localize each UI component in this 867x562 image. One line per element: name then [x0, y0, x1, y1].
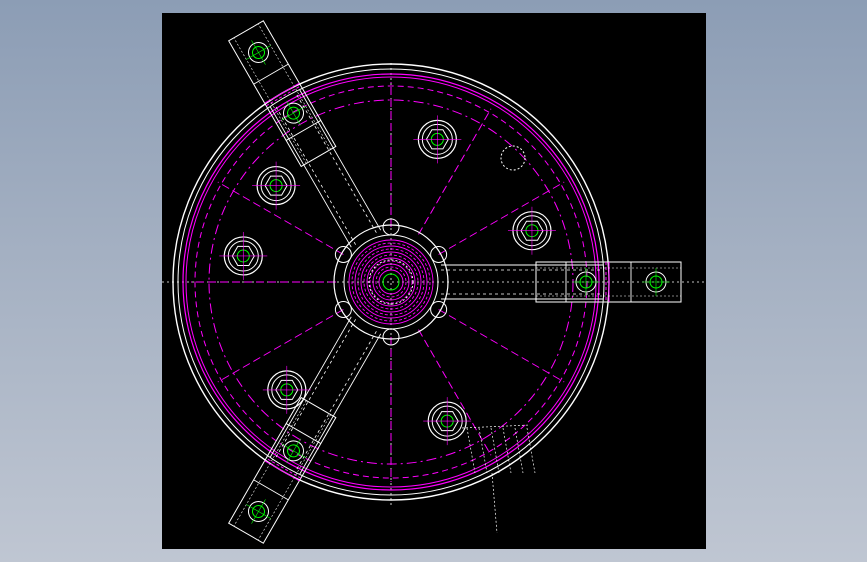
- radial-center-line: [418, 108, 492, 235]
- break-line: [491, 472, 498, 534]
- hub-outer-circle: [333, 224, 449, 340]
- hub-spiral-ring: [354, 245, 428, 319]
- center-bore: [382, 273, 400, 291]
- dashed-reference-hole: [500, 145, 526, 171]
- cad-drawing-viewport[interactable]: [162, 13, 706, 549]
- jaw-slot-edge: [269, 316, 352, 458]
- jaw-step-line: [253, 479, 289, 501]
- jaw-assembly-3: [227, 20, 382, 248]
- radial-center-line: [438, 309, 565, 383]
- jaw-assembly-2: [227, 316, 382, 544]
- hub-spiral-ring: [348, 239, 434, 325]
- hatch-line: [466, 427, 476, 474]
- radial-center-line: [418, 329, 492, 456]
- hatch-boundary: [461, 424, 531, 429]
- chuck-drawing: [162, 20, 706, 544]
- radial-center-line: [217, 181, 344, 255]
- hub-spiral-ring: [375, 266, 407, 298]
- jaw-step-line: [253, 63, 289, 85]
- rim-inner-circle: [177, 68, 605, 496]
- radial-center-line: [217, 309, 344, 383]
